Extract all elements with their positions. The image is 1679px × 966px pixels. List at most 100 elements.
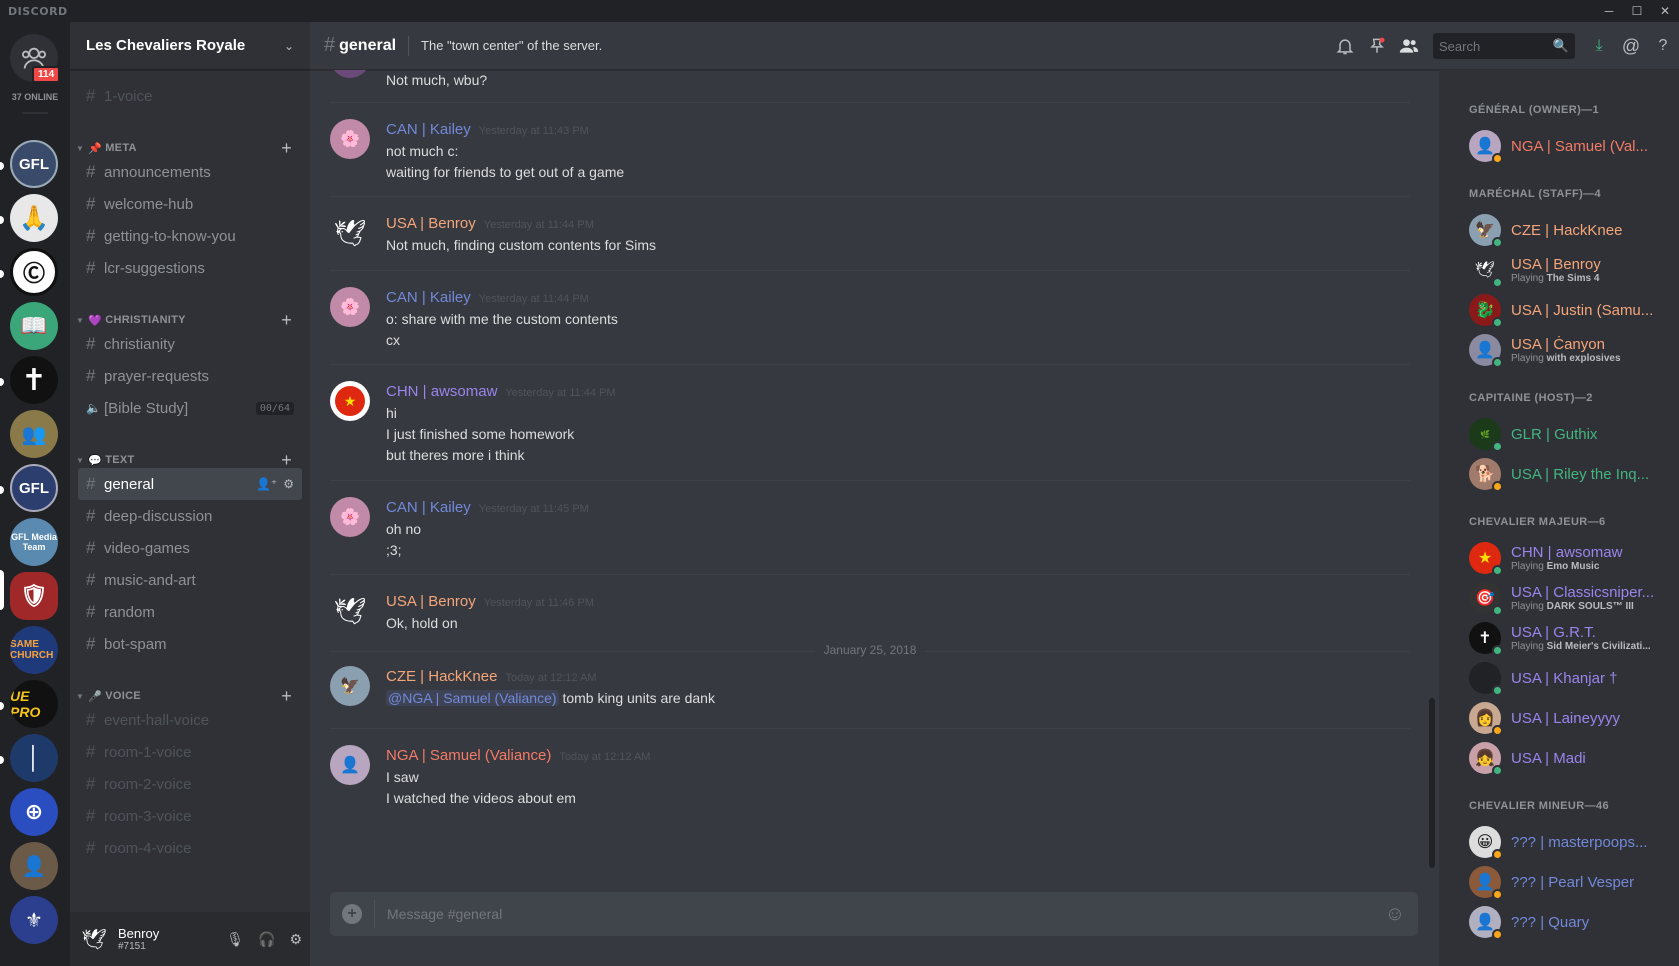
hash-icon: # bbox=[86, 366, 96, 385]
guild-cross[interactable]: ✝ bbox=[10, 356, 58, 404]
member-item[interactable]: 👧 USA | Madi bbox=[1461, 738, 1671, 778]
message-avatar[interactable]: ★ bbox=[330, 381, 370, 421]
member-item[interactable]: ★ CHN | awsomaw Playing Emo Music bbox=[1461, 538, 1671, 578]
member-item[interactable]: 👤 USA | Ċanyon Playing with explosives bbox=[1461, 330, 1671, 370]
message-avatar[interactable]: 🌸 bbox=[330, 70, 370, 78]
emoji-picker-icon[interactable]: ☺ bbox=[1384, 903, 1406, 925]
channel-deep-discussion[interactable]: # deep-discussion bbox=[78, 500, 302, 532]
scroll-thumb[interactable] bbox=[1429, 698, 1435, 868]
channel-welcome-hub[interactable]: # welcome-hub bbox=[78, 188, 302, 220]
member-item[interactable]: ✝ USA | G.R.T. Playing Sid Meier's Civiliz… bbox=[1461, 618, 1671, 658]
guild-gfl-media[interactable]: GFL Media Team bbox=[10, 518, 58, 566]
guild-les-chevaliers[interactable]: 🛡 bbox=[10, 572, 58, 620]
user-mention[interactable]: @NGA | Samuel (Valiance) bbox=[386, 690, 559, 706]
maximize-icon[interactable]: ☐ bbox=[1623, 0, 1651, 22]
chevron-down-icon: ⌄ bbox=[283, 38, 294, 53]
message-author[interactable]: CAN | Kailey bbox=[386, 289, 471, 306]
channel-announcements[interactable]: # announcements bbox=[78, 156, 302, 188]
member-item[interactable]: 🕊 USA | Benroy Playing The Sims 4 bbox=[1461, 250, 1671, 290]
user-avatar[interactable]: 🕊 bbox=[78, 923, 110, 955]
message-scrollbar[interactable] bbox=[1429, 70, 1435, 880]
member-item[interactable]: 👤 ??? | Pearl Vesper bbox=[1461, 862, 1671, 902]
settings-gear-icon[interactable]: ⚙ bbox=[289, 931, 302, 948]
message-avatar[interactable]: 🌸 bbox=[330, 287, 370, 327]
bell-icon[interactable] bbox=[1329, 36, 1361, 56]
help-icon[interactable]: ? bbox=[1647, 37, 1679, 55]
channel-music-and-art[interactable]: # music-and-art bbox=[78, 564, 302, 596]
message-avatar[interactable]: 🦅 bbox=[330, 666, 370, 706]
guild-cross-flag[interactable]: ⊕ bbox=[10, 788, 58, 836]
member-item[interactable]: 🌿 GLR | Guthix bbox=[1461, 414, 1671, 454]
guild-same-church[interactable]: SAME CHURCH bbox=[10, 626, 58, 674]
guild-lighthouse[interactable]: │ bbox=[10, 734, 58, 782]
channel-general[interactable]: # general 👤⁺ ⚙ bbox=[78, 468, 302, 500]
composer-divider bbox=[374, 900, 375, 928]
message-avatar[interactable]: 🌸 bbox=[330, 497, 370, 537]
member-item[interactable]: 👤 NGA | Samuel (Val... bbox=[1461, 126, 1671, 166]
guild-gfl-2[interactable]: GFL bbox=[10, 464, 58, 512]
channel-lcr-suggestions[interactable]: # lcr-suggestions bbox=[78, 252, 302, 284]
message-avatar[interactable]: 👤 bbox=[330, 745, 370, 785]
member-group-header: CHEVALIER MINEUR—46 bbox=[1469, 800, 1610, 812]
guild-book[interactable]: 📖 bbox=[10, 302, 58, 350]
member-item[interactable]: 🐕 USA | Riley the Inq... bbox=[1461, 454, 1671, 494]
channel-getting-to-know-you[interactable]: # getting-to-know-you bbox=[78, 220, 302, 252]
mention-at-icon[interactable]: @ bbox=[1615, 36, 1647, 57]
guild-person[interactable]: 👤 bbox=[10, 842, 58, 890]
member-item[interactable]: 👤 ??? | Quary bbox=[1461, 902, 1671, 942]
category-text[interactable]: ▼ 💬 TEXT + bbox=[70, 450, 310, 470]
member-item[interactable]: 🐉 USA | Justin (Samu... bbox=[1461, 290, 1671, 330]
gear-icon[interactable]: ⚙ bbox=[283, 477, 294, 491]
minimize-icon[interactable]: ─ bbox=[1595, 0, 1623, 22]
member-item[interactable]: 🎯 USA | Classicsniper... Playing DARK SOUL… bbox=[1461, 578, 1671, 618]
message-avatar[interactable]: 🕊 bbox=[330, 591, 370, 631]
member-avatar: 👤 bbox=[1469, 866, 1503, 900]
channel-room-1-voice[interactable]: # room-1-voice bbox=[78, 736, 302, 768]
channel-prayer-requests[interactable]: # prayer-requests bbox=[78, 360, 302, 392]
member-item[interactable]: 😀 ??? | masterpoops... bbox=[1461, 822, 1671, 862]
message-avatar[interactable]: 🌸 bbox=[330, 119, 370, 159]
upload-plus-icon[interactable]: + bbox=[342, 904, 362, 924]
message-author[interactable]: CHN | awsomaw bbox=[386, 383, 497, 400]
channel-room-4-voice[interactable]: # room-4-voice bbox=[78, 832, 302, 864]
member-item[interactable]: USA | Khanjar † bbox=[1461, 658, 1671, 698]
message-author[interactable]: USA | Benroy bbox=[386, 215, 476, 232]
voice-channel-bible-study[interactable]: 🔈 [Bible Study] 00/64 bbox=[78, 392, 302, 424]
message-input[interactable] bbox=[387, 906, 1384, 922]
guild-group[interactable]: 👥 bbox=[10, 410, 58, 458]
channel-room-3-voice[interactable]: # room-3-voice bbox=[78, 800, 302, 832]
guild-ct[interactable]: Ⓒ bbox=[10, 248, 58, 296]
channel-1-voice[interactable]: #1-voice bbox=[78, 80, 302, 112]
channel-room-2-voice[interactable]: # room-2-voice bbox=[78, 768, 302, 800]
server-header[interactable]: Les Chevaliers Royale ⌄ bbox=[70, 22, 310, 70]
channel-event-hall-voice[interactable]: # event-hall-voice bbox=[78, 704, 302, 736]
search-input[interactable]: Search 🔍 bbox=[1433, 33, 1575, 59]
deafen-icon[interactable]: 🎧 bbox=[258, 931, 275, 948]
message-avatar[interactable]: 🕊 bbox=[330, 213, 370, 253]
category-voice[interactable]: ▼ 🎤 VOICE + bbox=[70, 686, 310, 706]
message-author[interactable]: NGA | Samuel (Valiance) bbox=[386, 747, 551, 764]
channel-random[interactable]: # random bbox=[78, 596, 302, 628]
channel-christianity[interactable]: # christianity bbox=[78, 328, 302, 360]
member-list-icon[interactable] bbox=[1393, 36, 1425, 56]
member-item[interactable]: 🦅 CZE | HackKnee bbox=[1461, 210, 1671, 250]
close-icon[interactable]: ✕ bbox=[1651, 0, 1679, 22]
guild-gfl[interactable]: GFL bbox=[10, 140, 58, 188]
download-icon[interactable]: ⤓ bbox=[1583, 37, 1615, 55]
category-christianity[interactable]: ▼ 💜 CHRISTIANITY + bbox=[70, 310, 310, 330]
pin-mention-icon[interactable] bbox=[1361, 36, 1393, 56]
channel-bot-spam[interactable]: # bot-spam bbox=[78, 628, 302, 660]
guild-ue-pro[interactable]: UE PRO bbox=[10, 680, 58, 728]
guild-seal[interactable]: ⚜ bbox=[10, 896, 58, 944]
guild-hands[interactable]: 🙏 bbox=[10, 194, 58, 242]
mute-icon[interactable]: 🎙 bbox=[226, 931, 244, 948]
message-author[interactable]: CAN | Kailey bbox=[386, 499, 471, 516]
message-author[interactable]: CAN | Kailey bbox=[386, 121, 471, 138]
invite-icon[interactable]: 👤⁺ bbox=[256, 477, 277, 491]
channel-video-games[interactable]: # video-games bbox=[78, 532, 302, 564]
member-name: USA | Khanjar † bbox=[1511, 669, 1618, 687]
message-author[interactable]: CZE | HackKnee bbox=[386, 668, 497, 685]
message-author[interactable]: USA | Benroy bbox=[386, 593, 476, 610]
member-item[interactable]: 👩 USA | Laineyyyy bbox=[1461, 698, 1671, 738]
category-meta[interactable]: ▼ 📌 META + bbox=[70, 138, 310, 158]
